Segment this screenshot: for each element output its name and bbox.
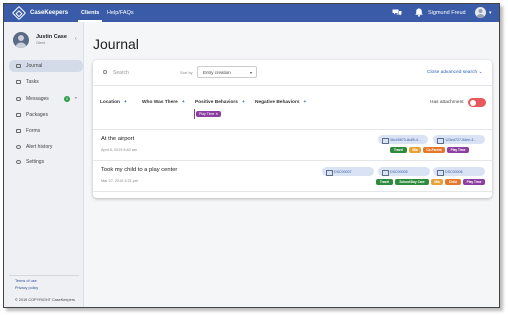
app-window: CaseKeepers Clients Help/FAQs Sigmund Fr…	[3, 3, 500, 308]
sidebar-item-journal[interactable]: Journal	[9, 60, 83, 72]
gear-icon	[16, 160, 21, 164]
brand-name[interactable]: CaseKeepers	[30, 10, 68, 16]
filter-label: Positive Behaviors	[195, 100, 238, 105]
sidebar-item-label: Messages	[26, 96, 49, 102]
messages-chevron-down-icon[interactable]: ▾	[75, 96, 77, 100]
tag: Child	[445, 179, 461, 185]
entry-date: April 8, 2019 8:40 am	[101, 148, 138, 152]
sidebar-item-label: Forms	[26, 128, 41, 134]
divider	[93, 160, 492, 161]
sidebar-item-label: Tasks	[26, 79, 39, 85]
sort-label: Sort by	[180, 70, 193, 75]
add-icon[interactable]: +	[182, 100, 185, 105]
attachment-chip[interactable]: DSC00005	[378, 167, 430, 176]
attachment-chip[interactable]: DSC00007	[322, 167, 374, 176]
client-name: Justin Case	[36, 34, 67, 40]
close-advanced-search-link[interactable]: Close advanced search ⌄	[427, 70, 482, 75]
sidebar-item-label: Settings	[26, 159, 45, 165]
chevron-down-icon: ▾	[249, 70, 252, 75]
attachment-chip[interactable]: 06c05870-8c89-4...	[378, 135, 428, 144]
tag: School/Day Care	[395, 179, 429, 185]
search-input[interactable]: Search	[113, 70, 129, 76]
packages-icon	[16, 113, 21, 117]
search-icon	[103, 70, 107, 74]
filter-location[interactable]: Location +	[100, 100, 127, 105]
alert-icon	[16, 145, 21, 149]
client-role: Client	[36, 41, 45, 45]
has-attachment-label: Has attachment	[430, 99, 464, 105]
user-avatar[interactable]	[475, 7, 486, 18]
page-title: Journal	[93, 36, 139, 52]
filter-label: Location	[100, 100, 120, 105]
current-user-name[interactable]: Sigmund Freud	[428, 10, 466, 16]
sidebar-footer-divider	[9, 275, 79, 276]
privacy-link[interactable]: Privacy policy	[15, 286, 38, 290]
top-navbar: CaseKeepers Clients Help/FAQs Sigmund Fr…	[4, 4, 499, 22]
tasks-icon	[16, 80, 21, 84]
add-icon[interactable]: +	[242, 100, 245, 105]
tag: Travel	[390, 147, 407, 153]
sidebar-item-settings[interactable]: Settings	[9, 156, 83, 168]
sidebar-item-label: Journal	[26, 63, 43, 69]
forms-icon	[16, 129, 21, 133]
filter-chip-play-time[interactable]: Play Time ✕	[196, 111, 222, 117]
filter-negative-behaviors[interactable]: Negative Behaviors +	[255, 100, 306, 105]
client-avatar	[13, 32, 29, 48]
collapse-sidebar-icon[interactable]: ‹	[75, 36, 77, 42]
divider	[93, 85, 492, 86]
filter-label: Negative Behaviors	[255, 100, 300, 105]
journal-card: Search Sort by Entry creation ▾ Close ad…	[93, 60, 492, 198]
nav-help-faqs[interactable]: Help/FAQs	[107, 10, 134, 16]
nav-clients[interactable]: Clients	[81, 10, 99, 16]
notifications-bell-icon[interactable]	[415, 8, 423, 17]
terms-link[interactable]: Terms of use	[15, 279, 37, 283]
attachment-chip[interactable]: DSC00006	[433, 167, 485, 176]
messages-count-badge: 0	[64, 96, 70, 102]
journal-icon	[16, 64, 21, 68]
sidebar-item-forms[interactable]: Forms	[9, 125, 83, 137]
messages-icon	[16, 97, 21, 101]
sort-value: Entry creation	[203, 70, 231, 75]
sidebar: Justin Case Client ‹ Journal Tasks Messa…	[4, 22, 84, 307]
sidebar-item-alert-history[interactable]: Alert history	[9, 141, 83, 153]
entry-date: Mar 27, 2019 3:21 pm	[101, 179, 139, 183]
sidebar-item-messages[interactable]: Messages 0 ▾	[9, 93, 83, 105]
user-menu-chevron-down-icon[interactable]: ▾	[489, 10, 492, 16]
tag: Mia	[431, 179, 443, 185]
chip-divider	[194, 109, 195, 119]
filter-positive-behaviors[interactable]: Positive Behaviors +	[195, 100, 245, 105]
casekeepers-logo-icon[interactable]	[11, 5, 27, 21]
sidebar-item-label: Packages	[26, 112, 48, 118]
attachment-chip[interactable]: 123ed727-5dee-4...	[433, 135, 485, 144]
filter-who-was-there[interactable]: Who Was There +	[142, 100, 185, 105]
divider	[93, 129, 492, 130]
sidebar-item-tasks[interactable]: Tasks	[9, 76, 83, 88]
divider	[93, 191, 492, 192]
tag: Co-Parent	[423, 147, 445, 153]
entry-title[interactable]: At the airport	[101, 136, 134, 142]
chat-icon[interactable]	[392, 9, 402, 16]
sort-select[interactable]: Entry creation ▾	[197, 66, 257, 78]
sidebar-item-label: Alert history	[26, 144, 53, 150]
tag: Travel	[376, 179, 393, 185]
copyright-text: © 2019 COPYRIGHT CaseKeepers	[15, 298, 75, 302]
sidebar-item-packages[interactable]: Packages	[9, 109, 83, 121]
tag: Mia	[409, 147, 421, 153]
tag: Play Time	[463, 179, 485, 185]
tag: Play Time	[447, 147, 469, 153]
add-icon[interactable]: +	[124, 100, 127, 105]
add-icon[interactable]: +	[304, 100, 307, 105]
has-attachment-toggle[interactable]	[468, 98, 486, 107]
filter-label: Who Was There	[142, 100, 178, 105]
entry-title[interactable]: Took my child to a play center	[101, 167, 177, 173]
